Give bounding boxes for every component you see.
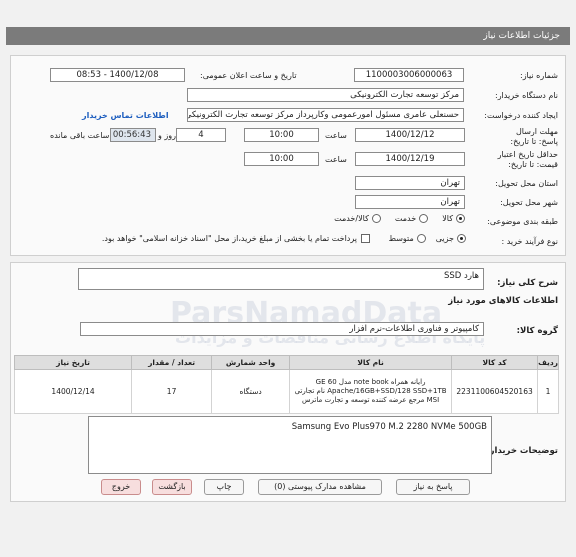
price-validity-time: 10:00 — [244, 152, 319, 166]
col-header-unit: واحد شمارش — [211, 355, 291, 370]
table-header-row: ردیف کد کالا نام کالا واحد شمارش تعداد /… — [13, 355, 559, 370]
delivery-city-label: شهر محل تحویل: — [500, 198, 558, 207]
remaining-days: 4 — [176, 128, 226, 142]
goods-info-title: اطلاعات کالاهای مورد نیاز — [448, 296, 558, 306]
buyer-notes-field: Samsung Evo Plus970 M.2 2280 NVMe 500GB — [88, 416, 492, 474]
need-number-field: 1100003006000063 — [354, 68, 464, 82]
goods-table: ردیف کد کالا نام کالا واحد شمارش تعداد /… — [13, 355, 559, 414]
buyer-contact-link[interactable]: اطلاعات تماس خریدار — [82, 111, 169, 120]
category-options: کالا خدمت کالا/خدمت — [290, 214, 465, 223]
summary-field: هارد SSD — [78, 268, 484, 290]
cell-unit: دستگاه — [211, 369, 291, 414]
col-header-name: نام کالا — [289, 355, 453, 370]
reply-deadline-date: 1400/12/12 — [355, 128, 465, 142]
process-option-minor[interactable]: جزیی — [436, 234, 466, 243]
cell-date: 1400/12/14 — [13, 369, 133, 414]
announce-datetime-label: تاریخ و ساعت اعلان عمومی: — [200, 71, 297, 80]
category-option-goods-service[interactable]: کالا/خدمت — [334, 214, 381, 223]
request-creator-field: حسنعلی عامری مسئول امورعمومی وکارپرداز م… — [187, 108, 464, 122]
print-button[interactable]: چاپ — [204, 479, 244, 495]
purchase-process-label: نوع فرآیند خرید : — [501, 237, 558, 246]
radio-checked-icon — [457, 234, 466, 243]
days-label: روز و — [158, 131, 176, 140]
attachments-button[interactable]: مشاهده مدارک پیوستی (0) — [258, 479, 382, 495]
col-header-qty: تعداد / مقدار — [131, 355, 213, 370]
buyer-device-label: نام دستگاه خریدار: — [495, 91, 558, 100]
category-label: طبقه بندی موضوعی: — [487, 217, 558, 226]
purchase-process-options: جزیی متوسط — [389, 234, 466, 243]
col-header-row: ردیف — [537, 355, 559, 370]
buyer-notes-label: توضیحات خریدار: — [486, 446, 558, 456]
radio-unchecked-icon — [371, 214, 381, 223]
category-option-goods[interactable]: کالا — [442, 214, 465, 223]
buyer-device-field: مرکز توسعه تجارت الکترونیکی — [187, 88, 464, 102]
goods-group-field: کامپیوتر و فناوری اطلاعات-نرم افزار — [80, 322, 484, 336]
col-header-date: تاریخ نیاز — [13, 355, 133, 370]
treasury-payment-option[interactable]: پرداخت تمام یا بخشی از مبلغ خرید،از محل … — [62, 234, 370, 243]
cell-code: 2231100604520163 — [451, 369, 539, 414]
radio-unchecked-icon — [416, 234, 426, 243]
col-header-code: کد کالا — [451, 355, 539, 370]
category-option-service[interactable]: خدمت — [395, 214, 429, 223]
exit-button[interactable]: خروج — [101, 479, 141, 495]
delivery-province-label: استان محل تحویل: — [495, 179, 558, 188]
goods-group-label: گروه کالا: — [516, 326, 558, 336]
table-row: 1 2231100604520163 رایانه همراه note boo… — [13, 369, 559, 414]
reply-deadline-label: مهلت ارسال پاسخ: تا تاریخ: — [510, 127, 558, 146]
remaining-time: 00:56:43 — [110, 128, 156, 142]
page-title: جزئیات اطلاعات نیاز — [6, 27, 570, 45]
cell-name: رایانه همراه note book مدل GE 60 Apache/… — [289, 369, 453, 414]
price-validity-time-label: ساعت — [325, 155, 347, 164]
price-validity-date: 1400/12/19 — [355, 152, 465, 166]
process-option-medium[interactable]: متوسط — [389, 234, 426, 243]
summary-label: شرح کلی نیاز: — [497, 278, 558, 288]
back-button[interactable]: بازگشت — [152, 479, 192, 495]
delivery-city-field: تهران — [355, 195, 465, 209]
need-number-label: شماره نیاز: — [520, 71, 558, 80]
remaining-label: ساعت باقی مانده — [50, 131, 110, 140]
delivery-province-field: تهران — [355, 176, 465, 190]
price-validity-label: حداقل تاریخ اعتبار قیمت: تا تاریخ: — [497, 150, 558, 169]
request-creator-label: ایجاد کننده درخواست: — [484, 111, 558, 120]
checkbox-icon — [361, 234, 370, 243]
reply-deadline-time: 10:00 — [244, 128, 319, 142]
reply-deadline-time-label: ساعت — [325, 131, 347, 140]
cell-qty: 17 — [131, 369, 213, 414]
radio-unchecked-icon — [419, 214, 429, 223]
cell-row: 1 — [537, 369, 559, 414]
announce-datetime-field: 1400/12/08 - 08:53 — [50, 68, 185, 82]
reply-button[interactable]: پاسخ به نیاز — [396, 479, 470, 495]
radio-checked-icon — [456, 214, 465, 223]
